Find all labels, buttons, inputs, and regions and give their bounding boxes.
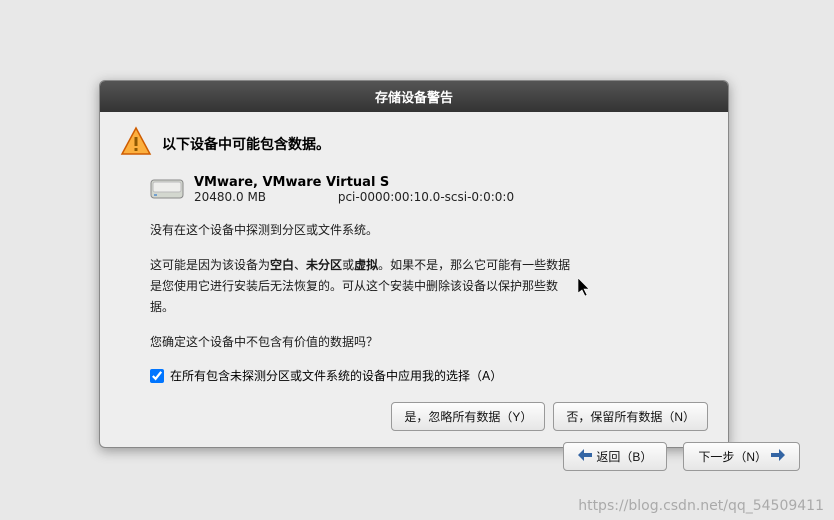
no-keep-button[interactable]: 否，保留所有数据（N） — [553, 402, 708, 431]
wizard-nav: 返回（B） 下一步（N） — [563, 442, 800, 471]
next-button[interactable]: 下一步（N） — [683, 442, 800, 471]
dialog-title: 存储设备警告 — [100, 81, 728, 112]
apply-all-label: 在所有包含未探测分区或文件系统的设备中应用我的选择（A） — [170, 367, 502, 384]
body-para2: 这可能是因为该设备为空白、未分区或虚拟。如果不是，那么它可能有一些数据是您使用它… — [150, 255, 580, 318]
dialog-header: 以下设备中可能包含数据。 — [120, 126, 708, 161]
dialog-headline: 以下设备中可能包含数据。 — [162, 134, 330, 154]
device-path: pci-0000:00:10.0-scsi-0:0:0:0 — [338, 190, 514, 204]
body-para3: 您确定这个设备中不包含有价值的数据吗？ — [150, 332, 580, 353]
back-label: 返回（B） — [596, 448, 652, 465]
warning-icon — [120, 126, 152, 161]
body-para1: 没有在这个设备中探测到分区或文件系统。 — [150, 220, 580, 241]
arrow-left-icon — [578, 449, 592, 464]
arrow-right-icon — [771, 449, 785, 464]
dialog-body: 没有在这个设备中探测到分区或文件系统。 这可能是因为该设备为空白、未分区或虚拟。… — [150, 220, 580, 353]
next-label: 下一步（N） — [698, 448, 767, 465]
watermark: https://blog.csdn.net/qq_54509411 — [578, 498, 824, 514]
device-name: VMware, VMware Virtual S — [194, 175, 514, 190]
device-info: VMware, VMware Virtual S 20480.0 MB pci-… — [150, 175, 708, 204]
yes-discard-button[interactable]: 是，忽略所有数据（Y） — [391, 402, 545, 431]
disk-icon — [150, 175, 184, 204]
device-size: 20480.0 MB — [194, 190, 334, 204]
device-text: VMware, VMware Virtual S 20480.0 MB pci-… — [194, 175, 514, 204]
apply-all-checkbox-row: 在所有包含未探测分区或文件系统的设备中应用我的选择（A） — [150, 367, 708, 384]
back-button[interactable]: 返回（B） — [563, 442, 667, 471]
apply-all-checkbox[interactable] — [150, 369, 164, 383]
dialog-buttons: 是，忽略所有数据（Y） 否，保留所有数据（N） — [120, 402, 708, 431]
warning-dialog: 存储设备警告 以下设备中可能包含数据。 VMware, VMware Virtu… — [99, 80, 729, 448]
dialog-content: 以下设备中可能包含数据。 VMware, VMware Virtual S 20… — [100, 112, 728, 447]
device-details: 20480.0 MB pci-0000:00:10.0-scsi-0:0:0:0 — [194, 190, 514, 204]
